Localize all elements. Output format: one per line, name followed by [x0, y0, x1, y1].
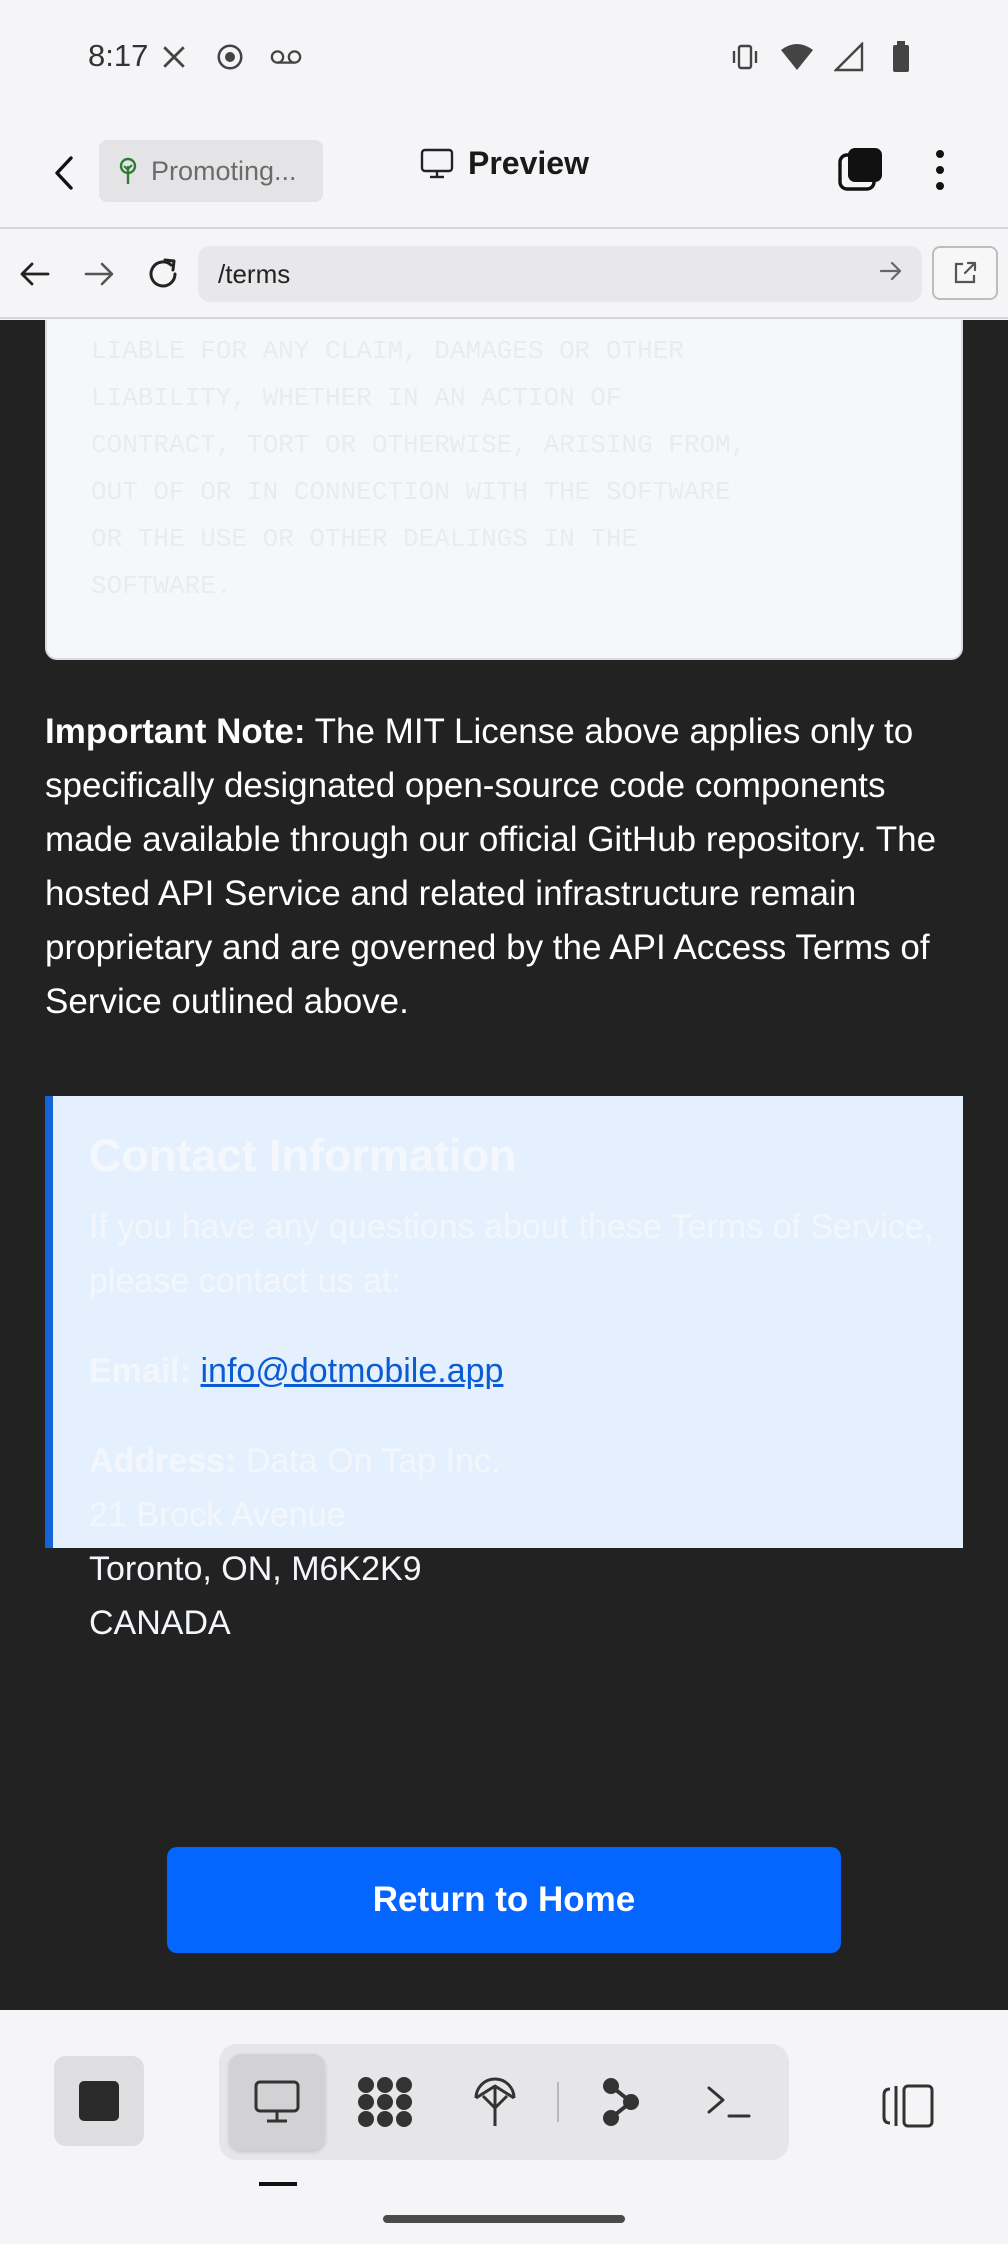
more-dot-icon [936, 166, 944, 174]
address-label: Address: [89, 1442, 237, 1480]
components-button[interactable] [337, 2054, 433, 2150]
voicemail-icon [269, 40, 303, 74]
sprout-icon [119, 157, 137, 184]
antenna-icon [474, 2077, 516, 2126]
chevron-left-icon [55, 156, 73, 190]
terminal-button[interactable] [681, 2054, 777, 2150]
side-panel-icon [882, 2084, 934, 2128]
preview-title: Preview [420, 145, 589, 182]
go-arrow-icon [879, 261, 902, 281]
signal-icon [832, 40, 866, 74]
tabs-button[interactable] [836, 145, 886, 195]
wifi-icon [780, 40, 814, 74]
status-icons-left [157, 40, 303, 74]
address-line: Toronto, ON, M6K2K9 [89, 1550, 422, 1588]
more-options-button[interactable] [920, 145, 960, 195]
back-button[interactable] [40, 149, 88, 197]
project-label: Promoting... [151, 155, 297, 186]
status-bar: 8:17 [0, 0, 1008, 115]
note-label: Important Note: [45, 712, 306, 751]
license-code-block: LIABLE FOR ANY CLAIM, DAMAGES OR OTHER L… [45, 320, 963, 660]
address-line: 21 Brock Avenue [89, 1496, 346, 1534]
terminal-icon [707, 2086, 751, 2118]
go-button[interactable] [878, 258, 904, 291]
monitor-icon [254, 2080, 300, 2123]
url-path: /terms [218, 258, 291, 289]
record-icon [213, 40, 247, 74]
side-panel-button[interactable] [878, 2080, 938, 2140]
page-content[interactable]: LIABLE FOR ANY CLAIM, DAMAGES OR OTHER L… [0, 320, 1008, 2010]
email-label: Email: [89, 1352, 192, 1390]
email-row: Email: info@dotmobile.app [89, 1344, 963, 1398]
address-line: CANADA [89, 1604, 231, 1642]
external-link-icon [954, 261, 977, 284]
vibrate-icon [728, 40, 762, 74]
active-tab-indicator [259, 2182, 297, 2186]
status-icons-right [728, 40, 918, 74]
reload-button[interactable] [140, 251, 186, 297]
reload-icon [149, 258, 177, 288]
arrow-right-icon [84, 262, 114, 286]
browser-back-button[interactable] [12, 251, 58, 297]
arrow-left-icon [20, 262, 50, 286]
email-link[interactable]: info@dotmobile.app [201, 1352, 504, 1390]
open-external-button[interactable] [932, 246, 998, 300]
toolbar-divider [557, 2082, 559, 2122]
url-toolbar: /terms [0, 231, 1008, 319]
view-mode-group [219, 2044, 789, 2160]
return-home-button[interactable]: Return to Home [167, 1847, 841, 1953]
monitor-icon [420, 148, 454, 178]
important-note: Important Note: The MIT License above ap… [45, 705, 975, 1029]
address-block: Address: Data On Tap Inc. 21 Brock Avenu… [89, 1434, 963, 1650]
home-indicator [383, 2215, 625, 2223]
contact-intro: If you have any questions about these Te… [89, 1208, 934, 1300]
url-field[interactable]: /terms [198, 246, 922, 302]
address-line: Data On Tap Inc. [245, 1442, 501, 1480]
project-chip[interactable]: Promoting... [99, 140, 323, 202]
contact-card: Contact Information If you have any ques… [45, 1096, 963, 1642]
stop-icon [79, 2081, 119, 2121]
deploy-button[interactable] [447, 2054, 543, 2150]
stop-button[interactable] [54, 2056, 144, 2146]
license-excerpt: LIABLE FOR ANY CLAIM, DAMAGES OR OTHER L… [91, 336, 747, 601]
browser-forward-button[interactable] [76, 251, 122, 297]
workflow-button[interactable] [573, 2054, 669, 2150]
branch-icon [603, 2078, 639, 2126]
preview-mode-button[interactable] [229, 2054, 325, 2150]
molecule-icon [358, 2077, 412, 2127]
battery-icon [884, 40, 918, 74]
more-dot-icon [936, 182, 944, 190]
tabs-icon [838, 148, 882, 191]
note-text: The MIT License above applies only to sp… [45, 712, 937, 1021]
app-header: Promoting... Preview [0, 115, 1008, 229]
preview-label: Preview [468, 145, 589, 181]
bottom-toolbar [0, 2010, 1008, 2244]
x-logo-icon [157, 40, 191, 74]
contact-title: Contact Information [89, 1130, 517, 1181]
status-time: 8:17 [88, 38, 149, 73]
more-dot-icon [936, 150, 944, 158]
